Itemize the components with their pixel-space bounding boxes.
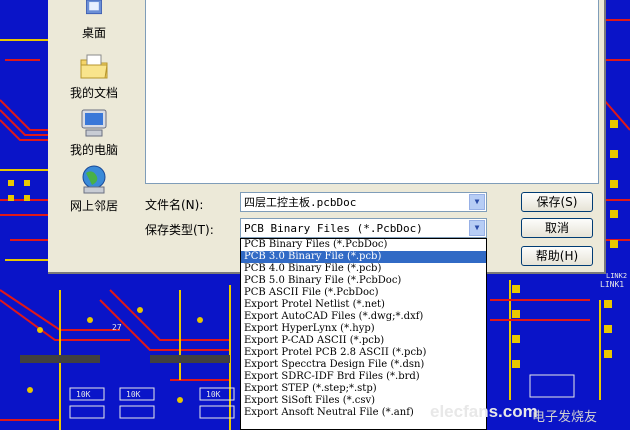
place-network[interactable]: 网上邻居 [48,163,140,214]
network-places-icon [82,165,106,194]
filetype-label: 保存类型(T): [145,223,214,237]
chevron-down-icon[interactable]: ▼ [469,194,485,210]
pcb-label-link1: LINK1 [600,280,625,289]
filetype-option[interactable]: Export AutoCAD Files (*.dwg;*.dxf) [241,311,486,323]
filetype-option[interactable]: PCB Binary Files (*.PcbDoc) [241,239,486,251]
filetype-option[interactable]: Export P-CAD ASCII (*.pcb) [241,335,486,347]
watermark-logo: elecfans.com [430,402,538,421]
cancel-button[interactable]: 取消 [521,218,593,238]
filetype-option[interactable]: Export Protel Netlist (*.net) [241,299,486,311]
filename-label: 文件名(N): [145,198,204,212]
place-my-computer[interactable]: 我的电脑 [48,107,140,158]
place-my-documents[interactable]: 我的文档 [48,50,140,101]
save-button[interactable]: 保存(S) [521,192,593,212]
places-bar: 桌面 我的文档 我的电脑 网上邻居 [48,0,140,272]
place-desktop[interactable]: 桌面 [48,0,140,41]
filetype-select[interactable]: PCB Binary Files (*.PcbDoc) ▼ [240,218,487,238]
filetype-option[interactable]: Export Protel PCB 2.8 ASCII (*.pcb) [241,347,486,359]
filename-field[interactable]: 四层工控主板.pcbDoc ▼ [240,192,487,212]
place-my-documents-label: 我的文档 [69,86,118,100]
save-as-dialog: 桌面 我的文档 我的电脑 网上邻居 文件名(N): 四层工控主板.pcbDoc … [48,0,606,274]
pcb-label-link2: LINK2 [606,272,628,280]
filetype-option[interactable]: PCB ASCII File (*.PcbDoc) [241,287,486,299]
place-network-label: 网上邻居 [69,199,118,213]
filetype-option[interactable]: Export HyperLynx (*.hyp) [241,323,486,335]
filetype-option[interactable]: Export Specctra Design File (*.dsn) [241,359,486,371]
pcb-label-10k: 10K [206,390,221,399]
filetype-option-selected[interactable]: PCB 3.0 Binary File (*.pcb) [241,251,486,263]
help-button[interactable]: 帮助(H) [521,246,593,266]
place-my-computer-label: 我的电脑 [69,143,118,157]
filename-value: 四层工控主板.pcbDoc [244,196,357,209]
filetype-option[interactable]: PCB 5.0 Binary File (*.PcbDoc) [241,275,486,287]
filetype-option[interactable]: Export SDRC-IDF Brd Files (*.brd) [241,371,486,383]
watermark-cn: 电子发烧友 [532,410,598,425]
pcb-label-27: 27 [112,323,122,332]
my-computer-icon [81,109,107,137]
desktop-icon [86,0,102,15]
filetype-option[interactable]: PCB 4.0 Binary File (*.pcb) [241,263,486,275]
filetype-value: PCB Binary Files (*.PcbDoc) [244,222,423,235]
place-desktop-label: 桌面 [81,26,106,40]
pcb-label-10k: 10K [76,390,91,399]
filetype-option[interactable]: Export STEP (*.step;*.stp) [241,383,486,395]
chevron-down-icon[interactable]: ▼ [469,220,485,236]
file-list-view[interactable] [145,0,599,184]
pcb-label-10k: 10K [126,390,141,399]
my-documents-icon [80,54,108,79]
